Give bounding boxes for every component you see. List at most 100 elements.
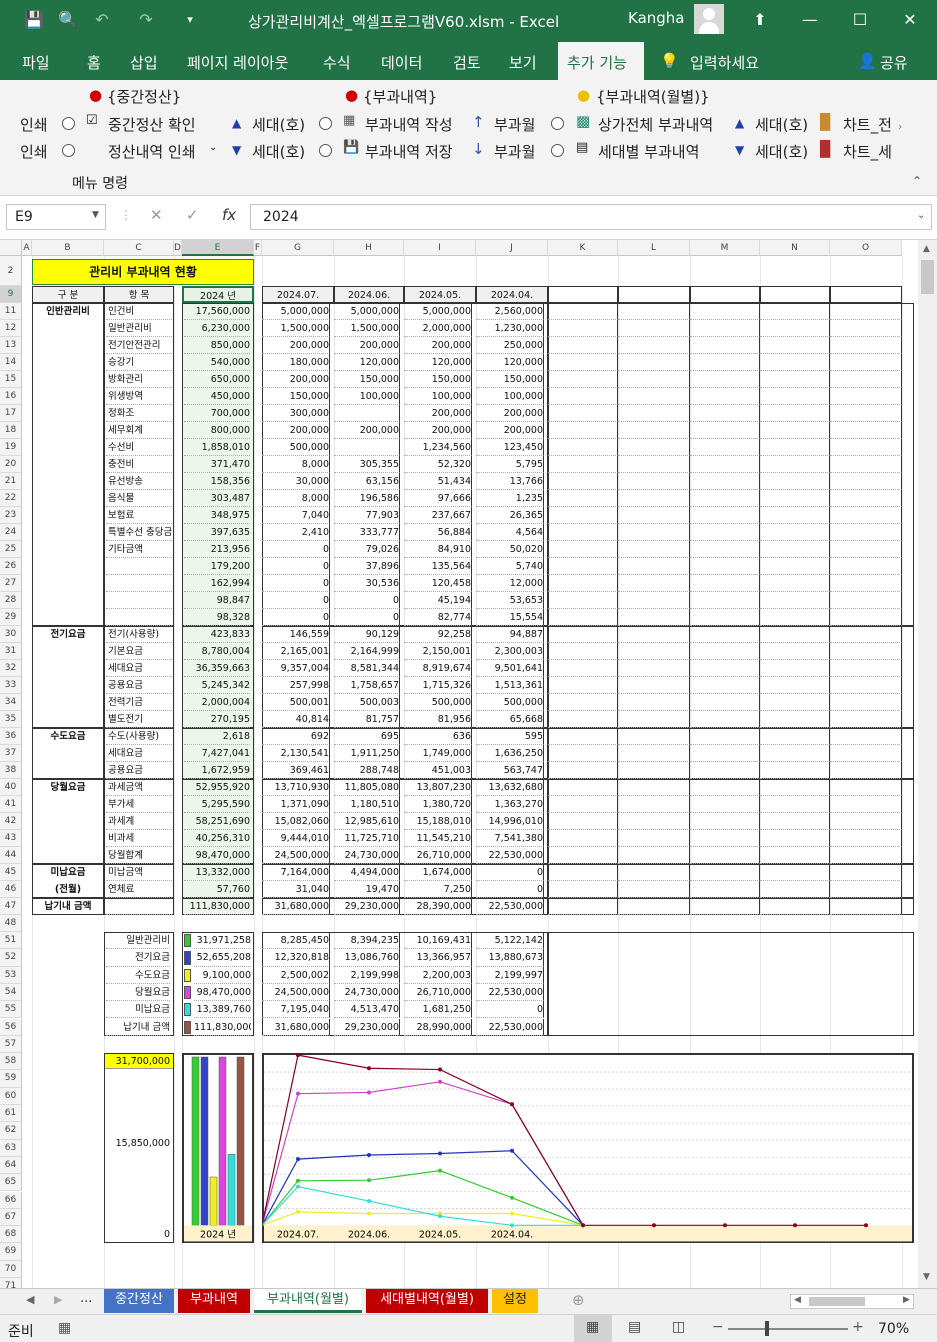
zoom-in-icon[interactable]: + xyxy=(852,1319,864,1335)
horizontal-scrollbar[interactable]: ◀ ▶ xyxy=(790,1294,914,1309)
tab-home[interactable]: 홈 xyxy=(87,52,101,73)
row-header-15[interactable]: 15 xyxy=(0,371,22,388)
row-header-40[interactable]: 40 xyxy=(0,779,22,796)
row-header-27[interactable]: 27 xyxy=(0,575,22,592)
header-e[interactable]: 2024 년 xyxy=(182,286,254,303)
row-header-52[interactable]: 52 xyxy=(0,949,22,967)
zoom-slider[interactable] xyxy=(728,1328,848,1330)
customize-qat-icon[interactable]: ▾ xyxy=(178,8,202,32)
avatar[interactable] xyxy=(694,4,724,34)
unit-charge-button[interactable]: 세대별 부과내역 xyxy=(598,141,699,162)
share-icon[interactable]: 👤 xyxy=(858,52,877,70)
row-header-19[interactable]: 19 xyxy=(0,439,22,456)
unit-up-button-1[interactable]: 세대(호) xyxy=(252,114,305,135)
row-header-2[interactable]: 2 xyxy=(0,256,22,286)
month-up-button[interactable]: 부과월 xyxy=(494,114,535,135)
radio-option-4[interactable] xyxy=(62,144,75,157)
row-header-24[interactable]: 24 xyxy=(0,524,22,541)
radio-option-6[interactable] xyxy=(551,144,564,157)
print-button-2[interactable]: 인쇄 xyxy=(20,141,48,162)
row-header-65[interactable]: 65 xyxy=(0,1174,22,1192)
row-header-41[interactable]: 41 xyxy=(0,796,22,813)
unit-up-button-2[interactable]: 세대(호) xyxy=(755,114,808,135)
page-break-view-icon[interactable]: ◫ xyxy=(672,1319,685,1335)
insert-function-icon[interactable]: fx xyxy=(222,206,236,224)
column-header-l[interactable]: L xyxy=(618,240,690,256)
row-header-23[interactable]: 23 xyxy=(0,507,22,524)
ribbon-display-icon[interactable]: ⬆ xyxy=(740,6,780,34)
column-header-k[interactable]: K xyxy=(548,240,618,256)
row-header-43[interactable]: 43 xyxy=(0,830,22,847)
zoom-out-icon[interactable]: − xyxy=(712,1319,724,1335)
name-box[interactable]: E9 xyxy=(6,204,106,230)
row-header-62[interactable]: 62 xyxy=(0,1122,22,1140)
row-header-34[interactable]: 34 xyxy=(0,694,22,711)
cancel-icon[interactable]: ✕ xyxy=(150,206,163,224)
row-header-56[interactable]: 56 xyxy=(0,1018,22,1036)
row-header-36[interactable]: 36 xyxy=(0,728,22,745)
row-header-31[interactable]: 31 xyxy=(0,643,22,660)
collapse-ribbon-icon[interactable]: ⌃ xyxy=(912,174,922,188)
all-charge-button[interactable]: 상가전체 부과내역 xyxy=(598,114,713,135)
column-header-g[interactable]: G xyxy=(262,240,334,256)
scroll-up-icon[interactable]: ▲ xyxy=(923,244,930,254)
row-header-53[interactable]: 53 xyxy=(0,966,22,984)
user-name[interactable]: Kangha xyxy=(628,9,685,27)
radio-option-3[interactable] xyxy=(551,117,564,130)
column-header-o[interactable]: O xyxy=(830,240,902,256)
row-header-20[interactable]: 20 xyxy=(0,456,22,473)
row-header-64[interactable]: 64 xyxy=(0,1156,22,1175)
row-header-12[interactable]: 12 xyxy=(0,320,22,337)
macro-record-icon[interactable]: ▦ xyxy=(58,1320,71,1336)
row-header-70[interactable]: 70 xyxy=(0,1260,22,1278)
normal-view-icon[interactable]: ▦ xyxy=(574,1315,612,1342)
row-header-37[interactable]: 37 xyxy=(0,745,22,762)
column-header-h[interactable]: H xyxy=(334,240,404,256)
row-header-17[interactable]: 17 xyxy=(0,405,22,422)
minimize-icon[interactable]: — xyxy=(790,6,830,34)
row-header-57[interactable]: 57 xyxy=(0,1035,22,1054)
scroll-right-icon[interactable]: ▶ xyxy=(903,1295,910,1305)
column-header-j[interactable]: J xyxy=(476,240,548,256)
tab-formulas[interactable]: 수식 xyxy=(323,52,351,73)
chevron-down-icon[interactable]: ⌄ xyxy=(209,142,217,153)
undo-icon[interactable]: ↶ xyxy=(90,8,114,32)
column-header-c[interactable]: C xyxy=(104,240,174,256)
expand-formula-icon[interactable]: ⌄ xyxy=(917,210,925,221)
column-header-m[interactable]: M xyxy=(690,240,760,256)
enter-icon[interactable]: ✓ xyxy=(186,206,199,224)
tab-prev-icon[interactable]: ◀ xyxy=(26,1293,34,1306)
tab-view[interactable]: 보기 xyxy=(509,52,537,73)
column-header-d[interactable]: D xyxy=(174,240,182,256)
row-header-32[interactable]: 32 xyxy=(0,660,22,677)
zoom-slider-thumb[interactable] xyxy=(765,1321,769,1336)
month-down-button[interactable]: 부과월 xyxy=(494,141,535,162)
settle-print-button[interactable]: 정산내역 인쇄 xyxy=(108,141,196,162)
tab-mid-settle[interactable]: 중간정산 xyxy=(104,1289,174,1313)
column-header-f[interactable]: F xyxy=(254,240,262,256)
row-header-38[interactable]: 38 xyxy=(0,762,22,779)
row-header-11[interactable]: 11 xyxy=(0,303,22,320)
row-header-71[interactable]: 71 xyxy=(0,1278,22,1288)
tab-addins[interactable]: 추가 기능 xyxy=(558,42,644,80)
column-header-n[interactable]: N xyxy=(760,240,830,256)
tell-me-input[interactable]: 입력하세요 xyxy=(690,52,759,73)
column-header-a[interactable]: A xyxy=(22,240,32,256)
row-header-47[interactable]: 47 xyxy=(0,898,22,915)
tab-next-icon[interactable]: ▶ xyxy=(54,1293,62,1306)
column-header-i[interactable]: I xyxy=(404,240,476,256)
page-layout-view-icon[interactable]: ▤ xyxy=(628,1319,641,1335)
row-header-13[interactable]: 13 xyxy=(0,337,22,354)
row-header-44[interactable]: 44 xyxy=(0,847,22,864)
row-header-42[interactable]: 42 xyxy=(0,813,22,830)
scroll-left-icon[interactable]: ◀ xyxy=(794,1295,801,1305)
share-button[interactable]: 공유 xyxy=(880,52,908,73)
row-header-14[interactable]: 14 xyxy=(0,354,22,371)
tab-unit-monthly[interactable]: 세대별내역(월별) xyxy=(366,1289,488,1313)
row-header-22[interactable]: 22 xyxy=(0,490,22,507)
row-header-59[interactable]: 59 xyxy=(0,1070,22,1088)
radio-option-2[interactable] xyxy=(319,117,332,130)
row-header-61[interactable]: 61 xyxy=(0,1105,22,1123)
unit-down-button-2[interactable]: 세대(호) xyxy=(755,141,808,162)
more-tabs-icon[interactable]: ... xyxy=(80,1291,92,1306)
